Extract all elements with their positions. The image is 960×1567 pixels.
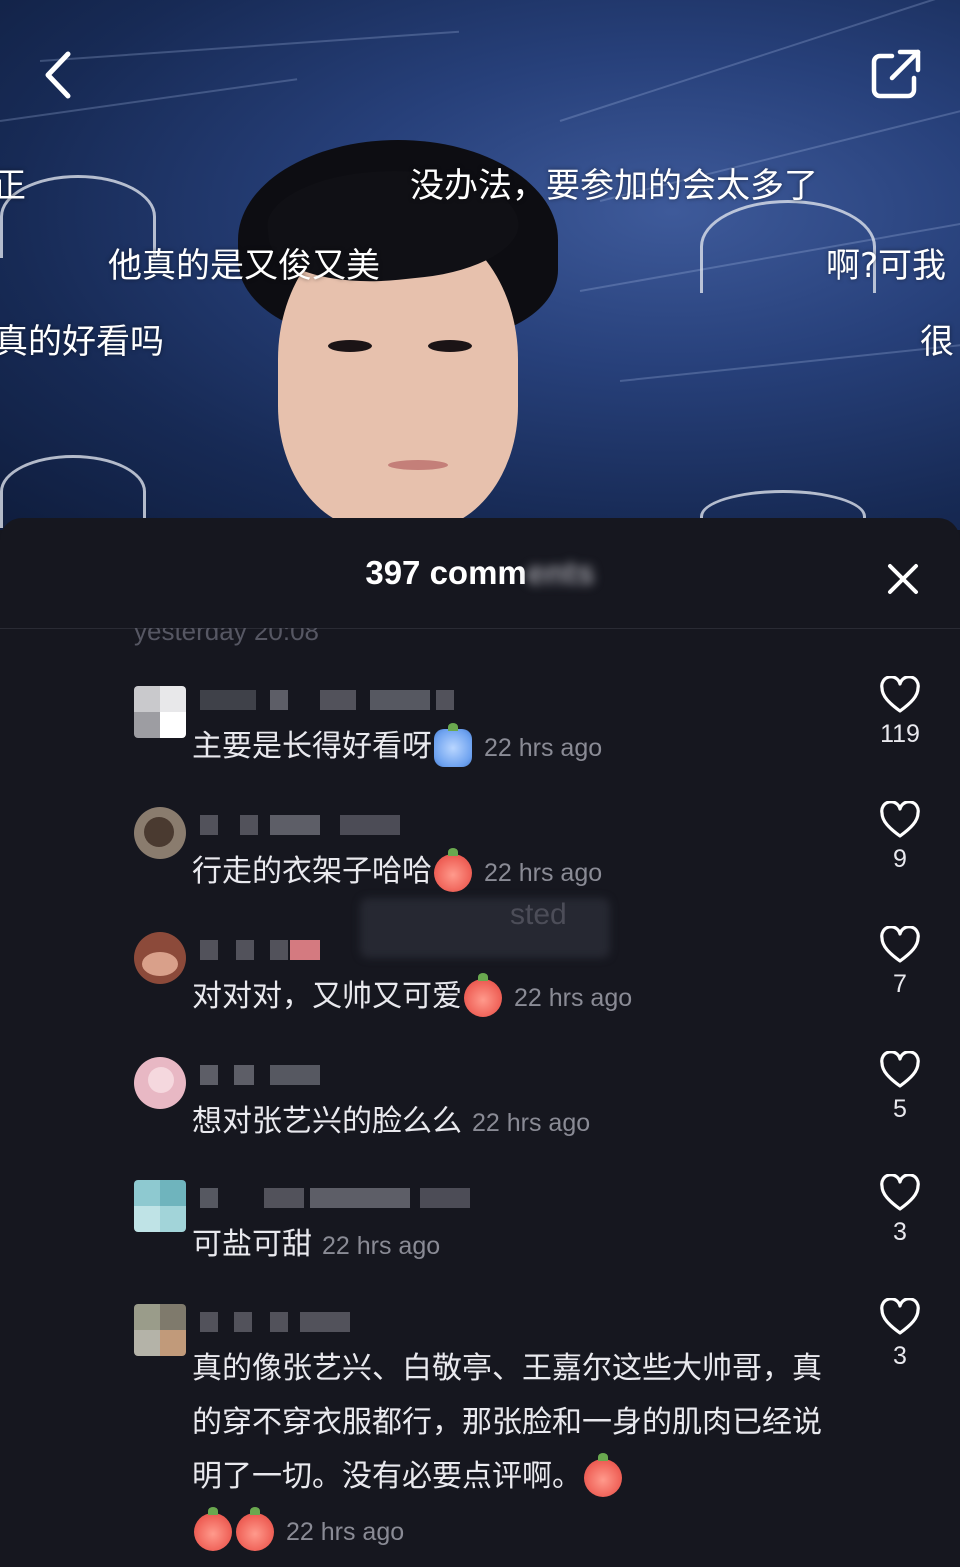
avatar[interactable]: [134, 807, 186, 859]
shy-emoji-icon: [464, 972, 502, 1017]
danmaku-text: 正: [0, 166, 26, 206]
crying-emoji-icon: [584, 1452, 622, 1497]
comment-time: 22 hrs ago: [472, 1109, 591, 1137]
timestamp-peek: yesterday 20:08: [134, 616, 320, 646]
comment-text: 行走的衣架子哈哈 22 hrs ago: [192, 845, 842, 900]
video-player[interactable]: 没办法，要参加的会太多了 他真的是又俊又美 真的好看吗 啊?可我 很 正: [0, 0, 960, 530]
comment-time: 22 hrs ago: [322, 1232, 441, 1260]
like-count: 3: [893, 1342, 907, 1370]
avatar[interactable]: [134, 686, 186, 738]
like-button[interactable]: 119: [862, 676, 938, 749]
heart-icon[interactable]: [879, 676, 921, 714]
danmaku-text: 真的好看吗: [0, 322, 164, 362]
translucent-overlay: [360, 898, 610, 958]
heart-icon[interactable]: [879, 1298, 921, 1336]
comments-count-title: 397 comments: [365, 554, 595, 591]
obscured-text: ents: [526, 554, 595, 591]
back-arrow-icon[interactable]: [40, 50, 80, 104]
comment-time: 22 hrs ago: [514, 984, 633, 1012]
share-icon[interactable]: [870, 48, 922, 104]
crying-emoji-icon: [434, 722, 472, 767]
danmaku-text: 很: [920, 322, 954, 362]
heart-icon[interactable]: [879, 1174, 921, 1212]
like-button[interactable]: 3: [862, 1298, 938, 1371]
like-count: 119: [880, 720, 920, 748]
comment-text: 主要是长得好看呀 22 hrs ago: [192, 720, 842, 775]
comment-time: 22 hrs ago: [286, 1518, 405, 1546]
like-button[interactable]: 7: [862, 926, 938, 999]
danmaku-text: 没办法，要参加的会太多了: [410, 166, 818, 206]
laughing-emoji-icon: [434, 847, 472, 892]
like-button[interactable]: 9: [862, 801, 938, 874]
overlay-text: sted: [510, 898, 567, 931]
like-count: 9: [893, 845, 907, 873]
crying-emoji-icon: [194, 1506, 232, 1551]
danmaku-text: 他真的是又俊又美: [108, 246, 380, 286]
heart-icon[interactable]: [879, 801, 921, 839]
like-button[interactable]: 3: [862, 1174, 938, 1247]
danmaku-text: 啊?可我: [826, 246, 947, 286]
like-button[interactable]: 5: [862, 1051, 938, 1124]
comment-text: 可盐可甜 22 hrs ago: [192, 1227, 441, 1262]
comment-text: 真的像张艺兴、白敬亭、王嘉尔这些大帅哥，真的穿不穿衣服都行，那张脸和一身的肌肉已…: [192, 1342, 842, 1559]
comment-text: 想对张艺兴的脸么么 22 hrs ago: [192, 1104, 591, 1139]
close-icon[interactable]: [882, 558, 924, 600]
avatar[interactable]: [134, 1304, 186, 1356]
like-count: 3: [893, 1218, 907, 1246]
avatar[interactable]: [134, 932, 186, 984]
comment-time: 22 hrs ago: [484, 734, 603, 762]
heart-icon[interactable]: [879, 926, 921, 964]
comments-sheet: 397 comments yesterday 20:08 主要是长得好看呀 22 …: [0, 518, 960, 1567]
heart-icon[interactable]: [879, 1051, 921, 1089]
comment-time: 22 hrs ago: [484, 859, 603, 887]
crying-emoji-icon: [236, 1506, 274, 1551]
comment-text: 对对对，又帅又可爱 22 hrs ago: [192, 970, 842, 1025]
avatar[interactable]: [134, 1180, 186, 1232]
like-count: 7: [893, 970, 907, 998]
avatar[interactable]: [134, 1057, 186, 1109]
like-count: 5: [893, 1095, 907, 1123]
